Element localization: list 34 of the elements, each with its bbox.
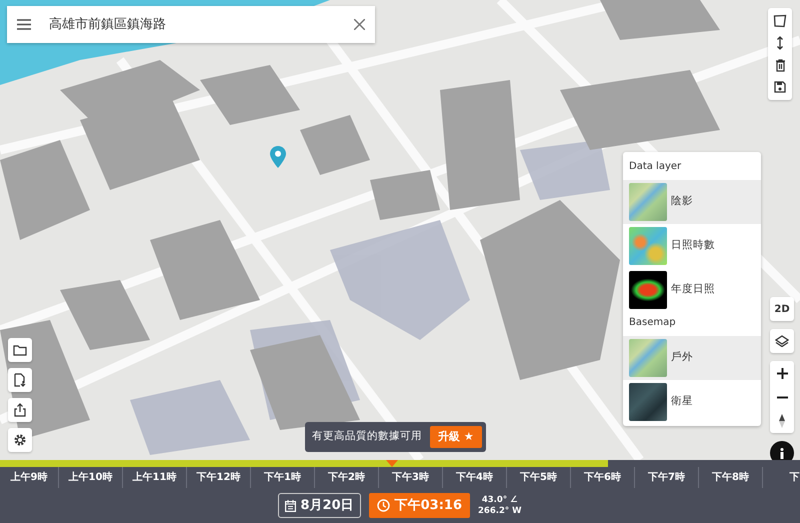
compass-icon[interactable] (770, 409, 794, 433)
polygon-icon[interactable] (768, 10, 792, 32)
calendar-icon (285, 500, 296, 512)
date-button[interactable]: 8月20日 (278, 492, 361, 518)
layer-thumbnail (629, 271, 667, 309)
menu-icon[interactable] (17, 19, 31, 30)
2d-toggle-button[interactable]: 2D (770, 297, 794, 321)
settings-icon[interactable] (8, 428, 32, 452)
share-icon[interactable] (8, 398, 32, 422)
layer-option[interactable]: 戶外 (623, 336, 761, 380)
search-field[interactable]: 高雄市前鎮區鎮海路 (47, 14, 338, 36)
layer-thumbnail (629, 183, 667, 221)
location-pin-icon[interactable] (270, 146, 286, 168)
layer-option[interactable]: 年度日照 (623, 268, 761, 312)
sun-altitude: 43.0° ∠ (480, 494, 519, 506)
layer-thumbnail (629, 383, 667, 421)
clock-icon (376, 499, 390, 512)
layer-thumbnail (629, 227, 667, 265)
layer-option[interactable]: 衛星 (623, 380, 761, 424)
folder-icon[interactable] (8, 338, 32, 362)
layers-icon[interactable] (770, 329, 794, 353)
search-bar[interactable]: 高雄市前鎮區鎮海路 (7, 6, 375, 43)
file-import-icon[interactable] (8, 368, 32, 392)
section-heading: Data layer (628, 160, 682, 174)
layer-option[interactable]: 陰影 (623, 180, 761, 224)
hour-label[interactable]: 上午9時 (0, 467, 58, 488)
zoom-in-icon[interactable] (770, 361, 794, 385)
section-heading: Basemap (628, 316, 677, 330)
banner-text: 有更高品質的數據可用 (312, 429, 422, 444)
layer-thumbnail (629, 339, 667, 377)
save-icon[interactable] (768, 76, 792, 98)
layer-option[interactable]: 日照時數 (623, 224, 761, 268)
sun-azimuth: 266.2° W (478, 506, 522, 516)
close-icon[interactable] (354, 19, 365, 30)
